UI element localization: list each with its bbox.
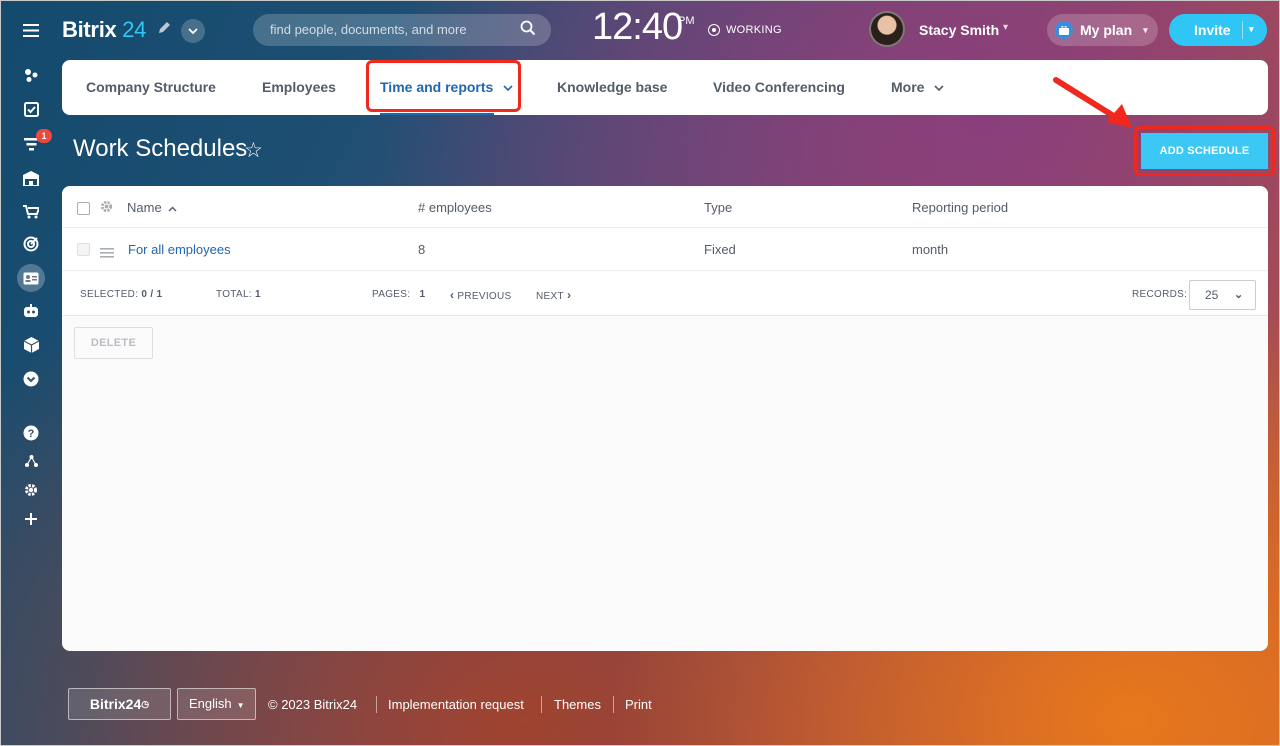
grid-header: Name # employees Type Reporting period bbox=[62, 186, 1268, 228]
cube-icon[interactable] bbox=[17, 331, 45, 359]
shop-cart-icon[interactable] bbox=[17, 198, 45, 226]
footer-divider bbox=[541, 696, 542, 713]
plan-caret-icon: ▾ bbox=[1143, 24, 1148, 35]
clock-ampm: PM bbox=[678, 15, 695, 27]
chevron-left-icon: ‹ bbox=[450, 288, 455, 302]
target-icon[interactable] bbox=[17, 230, 45, 258]
svg-text:?: ? bbox=[28, 428, 35, 440]
company-icon[interactable] bbox=[17, 164, 45, 192]
column-reporting-period[interactable]: Reporting period bbox=[912, 200, 1008, 215]
left-sidebar: 1 ? bbox=[0, 0, 62, 746]
select-all-checkbox[interactable] bbox=[77, 202, 90, 215]
table-row[interactable]: For all employees 8 Fixed month bbox=[62, 228, 1268, 271]
sitemap-icon[interactable] bbox=[17, 447, 45, 475]
activity-stream-icon[interactable] bbox=[17, 61, 45, 89]
invite-caret-icon[interactable]: ▾ bbox=[1249, 24, 1254, 35]
robot-icon[interactable] bbox=[17, 297, 45, 325]
my-plan-button[interactable]: My plan ▾ bbox=[1047, 14, 1158, 46]
reporting-period: month bbox=[912, 242, 949, 257]
user-caret-icon[interactable]: ▾ bbox=[1003, 22, 1008, 33]
search-icon[interactable] bbox=[520, 20, 540, 40]
highlight-box-add bbox=[1134, 126, 1275, 176]
tab-company-structure[interactable]: Company Structure bbox=[86, 60, 216, 115]
row-menu-icon[interactable] bbox=[100, 245, 114, 263]
footer-logo[interactable]: Bitrix24◷ bbox=[68, 688, 171, 720]
clock-time[interactable]: 12:40 bbox=[592, 6, 683, 49]
previous-page-button[interactable]: ‹ PREVIOUS bbox=[450, 288, 511, 302]
records-label: RECORDS: bbox=[1132, 289, 1188, 300]
employees-count: 8 bbox=[418, 242, 426, 257]
column-employees[interactable]: # employees bbox=[418, 200, 492, 215]
footer-divider bbox=[613, 696, 614, 713]
grid-footer: SELECTED: 0 / 1 TOTAL: 1 PAGES: 1 ‹ PREV… bbox=[62, 272, 1268, 316]
pages-info: PAGES: 1 bbox=[372, 289, 426, 300]
tab-knowledge-base[interactable]: Knowledge base bbox=[557, 60, 667, 115]
search-input[interactable]: find people, documents, and more bbox=[253, 14, 551, 46]
my-plan-label: My plan bbox=[1080, 22, 1133, 38]
schedule-name-link[interactable]: For all employees bbox=[128, 242, 231, 257]
tab-more-label: More bbox=[891, 79, 925, 95]
help-icon[interactable]: ? bbox=[17, 419, 45, 447]
column-type[interactable]: Type bbox=[704, 200, 732, 215]
tab-employees[interactable]: Employees bbox=[262, 60, 336, 115]
language-caret-icon: ▼ bbox=[236, 701, 245, 710]
plus-icon[interactable] bbox=[17, 505, 45, 533]
active-tab-underline bbox=[380, 113, 494, 115]
sort-asc-icon bbox=[168, 206, 177, 212]
invite-label: Invite bbox=[1194, 22, 1231, 38]
bitrix24-logo[interactable]: Bitrix 24 bbox=[62, 17, 146, 43]
language-label: English bbox=[189, 696, 232, 711]
annotation-arrow-icon bbox=[1053, 77, 1132, 128]
tab-more[interactable]: More bbox=[891, 60, 944, 115]
more-chevron-icon[interactable] bbox=[17, 365, 45, 393]
invite-button[interactable]: Invite ▾ bbox=[1169, 14, 1267, 46]
highlight-box-tab bbox=[366, 60, 521, 112]
status-dot-icon bbox=[708, 24, 720, 36]
chevron-down-icon[interactable] bbox=[181, 19, 205, 43]
column-name-label: Name bbox=[127, 200, 162, 215]
work-status[interactable]: WORKING bbox=[708, 24, 782, 36]
favorite-star-icon[interactable]: ☆ bbox=[244, 138, 263, 163]
column-name[interactable]: Name bbox=[127, 200, 177, 215]
chevron-down-icon bbox=[934, 85, 944, 92]
schedule-type: Fixed bbox=[704, 242, 736, 257]
edit-pencil-icon[interactable] bbox=[158, 21, 172, 35]
notification-badge: 1 bbox=[36, 129, 52, 143]
user-avatar[interactable] bbox=[869, 11, 905, 47]
work-status-label: WORKING bbox=[726, 24, 782, 36]
footer-link-themes[interactable]: Themes bbox=[554, 697, 601, 712]
next-page-button[interactable]: NEXT › bbox=[536, 288, 571, 302]
footer-copyright: © 2023 Bitrix24 bbox=[268, 697, 358, 712]
tab-video-conferencing[interactable]: Video Conferencing bbox=[713, 60, 845, 115]
total-count: TOTAL: 1 bbox=[216, 289, 261, 300]
footer-link-implementation[interactable]: Implementation request bbox=[388, 697, 524, 712]
footer-divider bbox=[376, 696, 377, 713]
schedules-grid: Name # employees Type Reporting period F… bbox=[62, 186, 1268, 651]
records-value: 25 bbox=[1205, 288, 1219, 302]
tasks-icon[interactable] bbox=[17, 95, 45, 123]
footer-link-print[interactable]: Print bbox=[625, 697, 652, 712]
briefcase-icon bbox=[1055, 21, 1073, 39]
settings-gear-icon[interactable] bbox=[17, 476, 45, 504]
clock-mini-icon: ◷ bbox=[141, 699, 150, 709]
invite-divider bbox=[1242, 21, 1243, 39]
grid-settings-gear-icon[interactable] bbox=[100, 200, 113, 218]
user-name[interactable]: Stacy Smith bbox=[919, 22, 999, 38]
chevron-right-icon: › bbox=[566, 288, 572, 302]
records-per-page-select[interactable]: 25 ⌄ bbox=[1189, 280, 1256, 310]
chevron-down-icon: ⌄ bbox=[1234, 289, 1244, 301]
page-title: Work Schedules bbox=[73, 135, 248, 162]
row-checkbox[interactable] bbox=[77, 243, 90, 256]
menu-hamburger-icon[interactable] bbox=[17, 16, 45, 44]
employees-card-icon[interactable] bbox=[17, 264, 45, 292]
language-select[interactable]: English ▼ bbox=[177, 688, 256, 720]
delete-button[interactable]: DELETE bbox=[74, 327, 153, 359]
selected-count: SELECTED: 0 / 1 bbox=[80, 289, 163, 300]
